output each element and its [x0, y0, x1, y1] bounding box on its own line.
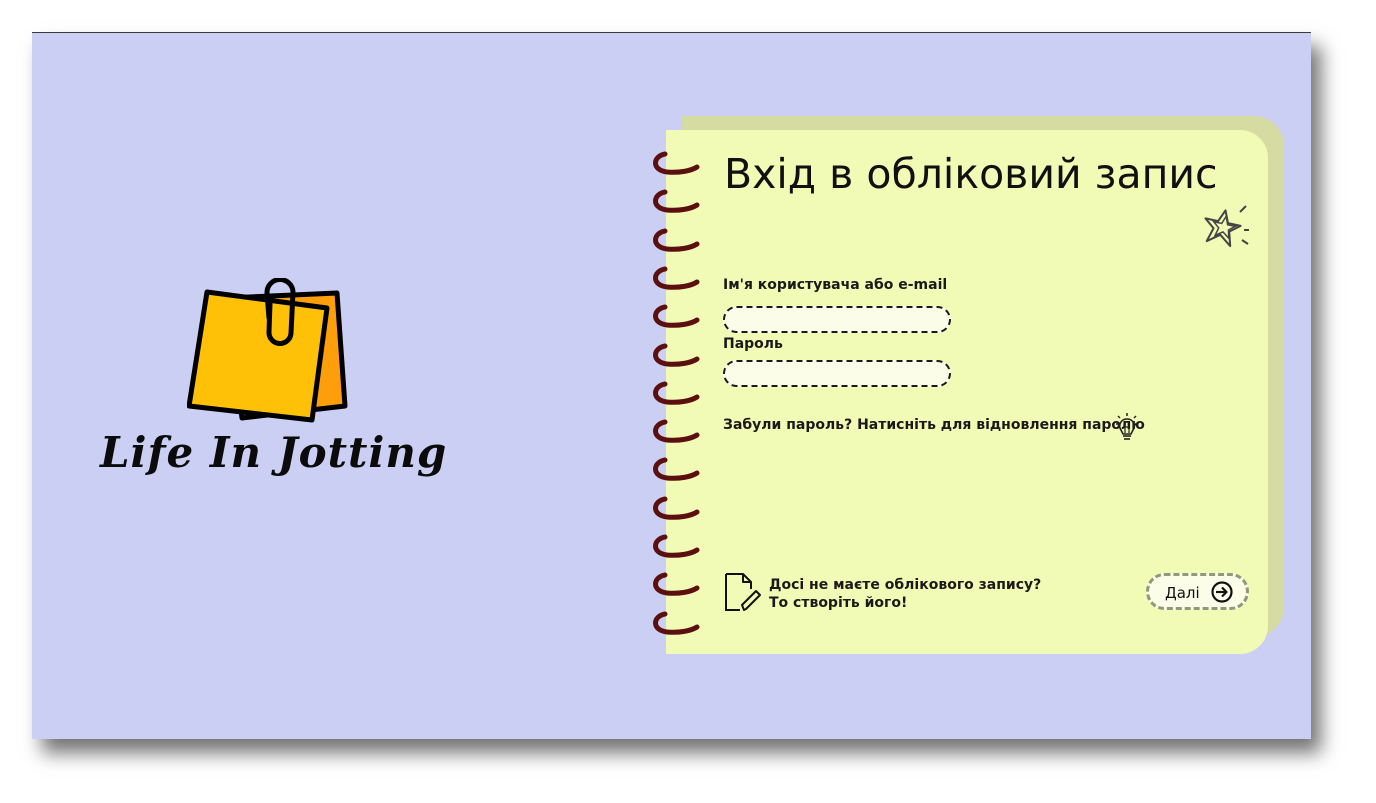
spiral-ring — [653, 419, 700, 443]
spiral-ring — [653, 343, 700, 367]
username-input[interactable] — [723, 306, 951, 333]
arrow-right-circle-icon — [1211, 581, 1233, 603]
create-account-text: Досі не маєте облікового запису? То ство… — [769, 576, 1041, 612]
brand-logo: Life In Jotting — [92, 278, 452, 508]
spiral-ring — [653, 534, 700, 558]
lightbulb-icon — [1116, 413, 1138, 440]
password-label: Пароль — [723, 336, 783, 352]
signup-line-1: Досі не маєте облікового запису? — [769, 577, 1042, 593]
sticky-notes-logo-icon — [187, 278, 348, 423]
star-icon — [1204, 205, 1249, 248]
spiral-ring — [653, 496, 700, 520]
spiral-ring — [653, 611, 700, 635]
spiral-ring — [653, 189, 700, 214]
username-label: Ім'я користувача або e-mail — [723, 277, 948, 293]
document-edit-icon — [725, 573, 761, 611]
spiral-ring — [653, 304, 700, 328]
signup-line-2: То створіть його! — [769, 595, 908, 611]
page-title: Вхід в обліковий запис — [724, 150, 1218, 198]
notebook-spiral — [651, 151, 701, 639]
spiral-ring — [653, 381, 700, 405]
spiral-ring — [653, 457, 700, 482]
login-card: Вхід в обліковий запис Ім'я користувача … — [666, 130, 1268, 654]
spiral-ring — [653, 572, 700, 597]
spiral-ring — [653, 228, 700, 252]
app-window: Life In Jotting Вхід в обліковий запис І… — [32, 32, 1311, 739]
spiral-ring — [653, 151, 700, 175]
spiral-ring — [653, 266, 700, 290]
next-button[interactable]: Далі — [1146, 573, 1249, 610]
password-input[interactable] — [723, 360, 951, 387]
forgot-password-link[interactable]: Забули пароль? Натисніть для відновлення… — [723, 417, 1145, 433]
next-button-label: Далі — [1165, 584, 1200, 602]
brand-name: Life In Jotting — [100, 428, 448, 477]
